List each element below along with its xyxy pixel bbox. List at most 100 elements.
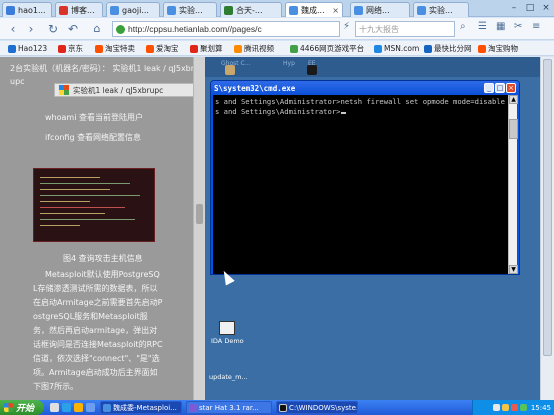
start-button[interactable]: 开始	[0, 400, 44, 415]
cmd-title-bar[interactable]: S\system32\cmd.exe _ □ ×	[211, 81, 519, 95]
clock[interactable]: 15:45	[531, 404, 551, 412]
tab-favicon-icon	[59, 5, 68, 15]
cmd-prompt-line: s and Settings\Administrator>	[215, 107, 341, 116]
cmd-scrollbar[interactable]: ▲ ▼	[508, 95, 518, 274]
tray-app-icon[interactable]	[501, 404, 509, 411]
body-line: 信道，依次选择"connect"、"是"选	[33, 354, 160, 363]
tab-hetian[interactable]: 合天-...	[220, 2, 282, 17]
body-line: ostgreSQL服务和Metasploit服	[33, 312, 148, 321]
more-icon[interactable]: ≡	[532, 21, 540, 32]
cmd-maximize-icon[interactable]: □	[495, 83, 505, 93]
cmd-close-icon[interactable]: ×	[506, 83, 516, 93]
cut-icon[interactable]: ✂	[514, 21, 522, 32]
taskbar-item-label: C:\WINDOWS\syste...	[289, 403, 358, 412]
remote-session-bar[interactable]: 实验机1 leak / qJ5xbrupc	[54, 83, 205, 97]
tab-gaoji[interactable]: gaoji...	[106, 2, 160, 17]
tab-label: gaoji...	[122, 5, 149, 15]
back-icon[interactable]: ↶	[64, 20, 82, 38]
app-icon[interactable]	[307, 65, 317, 75]
bookmark-icon	[58, 44, 66, 53]
tab-label: 合天-...	[236, 5, 263, 15]
chevron-right-icon[interactable]: ›	[22, 20, 40, 38]
desktop-icon-update[interactable]: update_m...	[209, 373, 248, 381]
bookmark-juhuasuan[interactable]: 聚划算	[190, 42, 223, 55]
page-scrollbar[interactable]	[540, 57, 554, 400]
site-icon	[116, 24, 125, 34]
bookmark-label: 京东	[68, 44, 83, 53]
article-scrollbar[interactable]	[193, 57, 205, 400]
ie-icon[interactable]	[62, 403, 71, 412]
network-icon[interactable]	[492, 404, 500, 411]
bookmark-icon	[374, 44, 382, 53]
minimize-icon[interactable]: –	[506, 0, 522, 17]
remote-desktop-top-strip: Ghost C… Hyp EE	[205, 57, 550, 77]
taskbar-item-label: 魏成委-Metasploi...	[113, 403, 177, 412]
folder-icon[interactable]	[225, 65, 235, 75]
tab-experiment-2[interactable]: 实验...	[413, 2, 469, 17]
tab-experiment[interactable]: 实验...	[163, 2, 217, 17]
bookmark-msn[interactable]: MSN.com	[374, 42, 419, 55]
cmd-icon	[279, 403, 287, 412]
bookmark-4466[interactable]: 4466网页游戏平台	[290, 42, 364, 55]
search-box[interactable]: 十九大报告	[355, 21, 455, 37]
close-tab-icon[interactable]: ×	[330, 6, 339, 15]
show-desktop-icon[interactable]	[50, 403, 59, 412]
lightning-icon[interactable]: ⚡	[343, 21, 350, 32]
address-bar[interactable]: http://cppsu.hetianlab.com//pages/c	[112, 21, 340, 37]
bookmark-label: 腾讯视频	[244, 44, 274, 53]
quicklaunch-icon[interactable]	[86, 403, 95, 412]
bookmark-hao123[interactable]: Hao123	[8, 42, 47, 55]
taskbar-item-browser[interactable]: 魏成委-Metasploi...	[100, 401, 182, 414]
scroll-up-icon[interactable]: ▲	[509, 95, 518, 104]
bookmark-label: 爱淘宝	[156, 44, 179, 53]
article-scrollbar-thumb[interactable]	[196, 204, 203, 224]
bookmark-label: Hao123	[18, 44, 48, 53]
bookmark-label: MSN.com	[384, 44, 420, 53]
page-scrollbar-thumb[interactable]	[543, 59, 552, 356]
tab-blog[interactable]: 博客...	[55, 2, 103, 17]
tab-favicon-icon	[167, 5, 176, 15]
text-cursor	[340, 112, 346, 114]
taskbar-item-rar[interactable]: star Hat 3.1 rar...	[186, 401, 272, 414]
start-label: 开始	[16, 404, 35, 414]
taskbar-item-cmd[interactable]: C:\WINDOWS\syste...	[276, 401, 358, 414]
bookmark-label: 4466网页游戏平台	[300, 44, 365, 53]
tray-app-icon[interactable]	[519, 404, 527, 411]
ida-icon	[219, 321, 236, 335]
cmd-minimize-icon[interactable]: _	[484, 83, 494, 93]
maximize-icon[interactable]: □	[522, 0, 538, 17]
tab-hao123[interactable]: hao1...	[2, 2, 52, 17]
menu-icon[interactable]: ☰	[478, 21, 487, 32]
bookmark-aitaobao[interactable]: 爱淘宝	[146, 42, 179, 55]
cmd-window[interactable]: S\system32\cmd.exe _ □ × s and Settings\…	[210, 80, 520, 275]
bookmarks-bar: Hao123 京东 淘宝特卖 爱淘宝 聚划算 腾讯视频 4466网页游戏平台 M…	[0, 41, 554, 56]
reload-icon[interactable]: ↻	[44, 20, 62, 38]
bookmark-icon	[190, 44, 198, 53]
bookmark-taobao-sale[interactable]: 淘宝特卖	[95, 42, 135, 55]
tab-favicon-icon	[417, 5, 426, 15]
system-tray: 15:45	[472, 400, 554, 415]
cmd-scrollbar-thumb[interactable]	[509, 119, 518, 139]
bookmark-icon	[146, 44, 154, 53]
tab-network[interactable]: 网络...	[350, 2, 410, 17]
bookmark-jd[interactable]: 京东	[58, 42, 83, 55]
desktop-icon-ida[interactable]: IDA Demo	[211, 321, 244, 345]
quicklaunch-icon[interactable]	[74, 403, 83, 412]
bookmark-label: 聚划算	[200, 44, 223, 53]
tab-weicheng[interactable]: 魏成... ×	[285, 2, 343, 17]
bookmark-score[interactable]: 最快比分网	[424, 42, 472, 55]
bookmark-taobao-shop[interactable]: 淘宝购物	[478, 42, 518, 55]
tray-app-icon[interactable]	[510, 404, 518, 411]
cmd-output[interactable]: s and Settings\Administrator>netsh firew…	[213, 95, 509, 274]
chevron-left-icon[interactable]: ‹	[4, 20, 22, 38]
bookmark-tencent-video[interactable]: 腾讯视频	[234, 42, 274, 55]
home-icon[interactable]: ⌂	[88, 20, 106, 38]
scroll-down-icon[interactable]: ▼	[509, 265, 518, 274]
search-icon[interactable]: ⌕	[460, 21, 466, 32]
body-line: L存储渗透测试所需的数据表，所以	[33, 284, 158, 293]
terminal-screenshot-image	[33, 168, 155, 242]
close-icon[interactable]: ×	[538, 0, 554, 17]
apps-icon[interactable]: ▦	[496, 21, 505, 32]
tab-favicon-icon	[224, 5, 233, 15]
bookmark-label: 淘宝购物	[488, 44, 518, 53]
